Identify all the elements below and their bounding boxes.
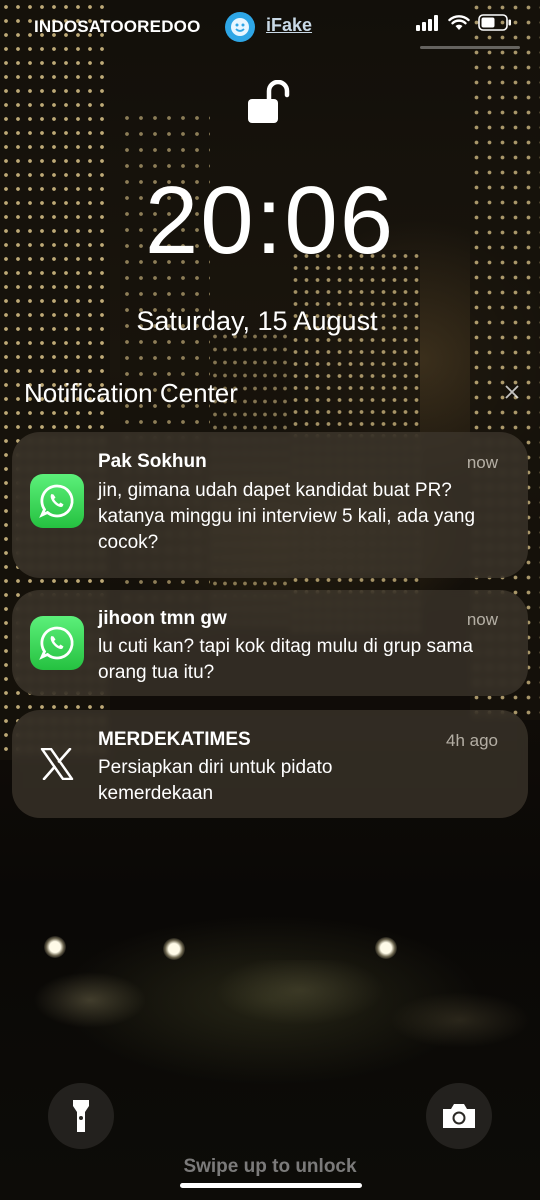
whatsapp-icon	[30, 474, 84, 528]
notification-time: now	[466, 610, 498, 629]
notification-card[interactable]: MERDEKATIMES 4h ago Persiapkan diri untu…	[12, 710, 528, 818]
notification-sender: MERDEKATIMES	[98, 729, 251, 750]
flashlight-icon	[73, 1100, 89, 1132]
street-lamp	[163, 938, 185, 960]
ifake-logo-icon	[225, 12, 255, 42]
signal-icon	[416, 14, 438, 31]
ifake-link[interactable]: iFake	[266, 15, 312, 36]
wifi-icon	[448, 14, 470, 30]
notification-time: now	[466, 453, 498, 472]
street-lamp	[375, 937, 397, 959]
x-icon	[30, 737, 84, 791]
lock-screen-date: Saturday, 15 August	[136, 306, 378, 336]
carrier-name: INDOSATOOREDOO	[34, 17, 201, 36]
status-bar: INDOSATOOREDOO iFake	[0, 0, 540, 54]
notification-card[interactable]: jihoon tmn gw now lu cuti kan? tapi kok …	[12, 590, 528, 696]
status-bar-divider	[420, 46, 520, 49]
whatsapp-icon	[30, 616, 84, 670]
camera-button[interactable]	[426, 1083, 492, 1149]
street-lamp	[44, 936, 66, 958]
unlocked-padlock-icon	[247, 79, 293, 126]
notification-sender: jihoon tmn gw	[98, 608, 227, 629]
lock-screen-time: 20:06	[144, 167, 396, 274]
flashlight-button[interactable]	[48, 1083, 114, 1149]
notification-center-title: Notification Center	[24, 378, 238, 408]
notification-time: 4h ago	[446, 731, 498, 750]
notification-card[interactable]: Pak Sokhun now jin, gimana udah dapet ka…	[12, 432, 528, 578]
close-icon[interactable]	[500, 380, 524, 404]
notification-sender: Pak Sokhun	[98, 451, 207, 472]
camera-icon	[443, 1104, 475, 1128]
swipe-up-hint: Swipe up to unlock	[183, 1156, 357, 1177]
notification-message: Persiapkan diri untuk pidato kemerdekaan	[98, 757, 333, 804]
notification-message: lu cuti kan? tapi kok ditag mulu di grup…	[98, 636, 473, 683]
notification-message: jin, gimana udah dapet kandidat buat PR?…	[98, 480, 476, 553]
battery-icon	[478, 14, 511, 31]
home-indicator[interactable]	[180, 1183, 362, 1188]
